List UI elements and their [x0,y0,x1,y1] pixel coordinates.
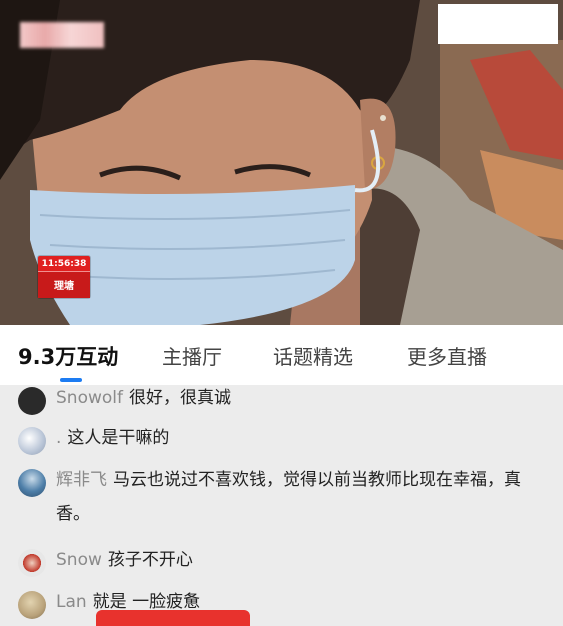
comment-list[interactable]: Snowolf 很好，很真诚 . 这人是干嘛的 辉非飞 马云也说过不喜欢钱，觉得以前当… [0,385,563,626]
video-player[interactable]: 11:56:38 理塘 [0,0,563,325]
comment-text: Snowolf 很好，很真诚 [56,385,556,415]
live-timestamp: 11:56:38 [38,256,90,272]
tab-interactions[interactable]: 9.3万互动 [18,341,118,371]
comment-text: 辉非飞 马云也说过不喜欢钱，觉得以前当教师比现在幸福，真香。 [56,463,546,531]
comment-username[interactable]: Lan [56,592,87,612]
blurred-watermark [20,22,104,48]
avatar[interactable] [18,427,46,455]
comment-text: . 这人是干嘛的 [56,421,556,455]
live-location: 理塘 [38,272,90,298]
comment-body: 孩子不开心 [107,550,193,570]
active-tab-indicator [60,378,82,382]
comment-username[interactable]: 辉非飞 [56,470,107,490]
comment-body: 马云也说过不喜欢钱，觉得以前当教师比现在幸福，真香。 [56,470,521,524]
comment-username[interactable]: Snowolf [56,388,123,408]
tab-topic-picks[interactable]: 话题精选 [273,341,353,370]
list-item: Snowolf 很好，很真诚 [18,387,556,415]
live-location-badge: 11:56:38 理塘 [38,256,90,298]
comment-body: 就是 一脸疲惫 [92,592,201,612]
tab-bar: 9.3万互动 主播厅 话题精选 更多直播 [0,325,563,385]
avatar[interactable] [18,549,46,577]
list-item: . 这人是干嘛的 [18,427,556,455]
comment-body: 很好，很真诚 [128,388,231,408]
overlay-patch [438,4,558,44]
avatar[interactable] [18,387,46,415]
list-item: Snow 孩子不开心 [18,549,556,577]
comment-username[interactable]: . [56,428,61,448]
live-stream-screen: 11:56:38 理塘 9.3万互动 主播厅 话题精选 更多直播 Snowolf… [0,0,563,626]
list-item: 辉非飞 马云也说过不喜欢钱，觉得以前当教师比现在幸福，真香。 [18,469,546,531]
comment-username[interactable]: Snow [56,550,102,570]
comment-body: 这人是干嘛的 [67,428,170,448]
avatar[interactable] [18,591,46,619]
tab-more-live[interactable]: 更多直播 [407,341,487,370]
tab-host-hall[interactable]: 主播厅 [162,341,222,370]
comment-text: Snow 孩子不开心 [56,543,556,577]
avatar[interactable] [18,469,46,497]
new-messages-button[interactable] [96,610,250,626]
